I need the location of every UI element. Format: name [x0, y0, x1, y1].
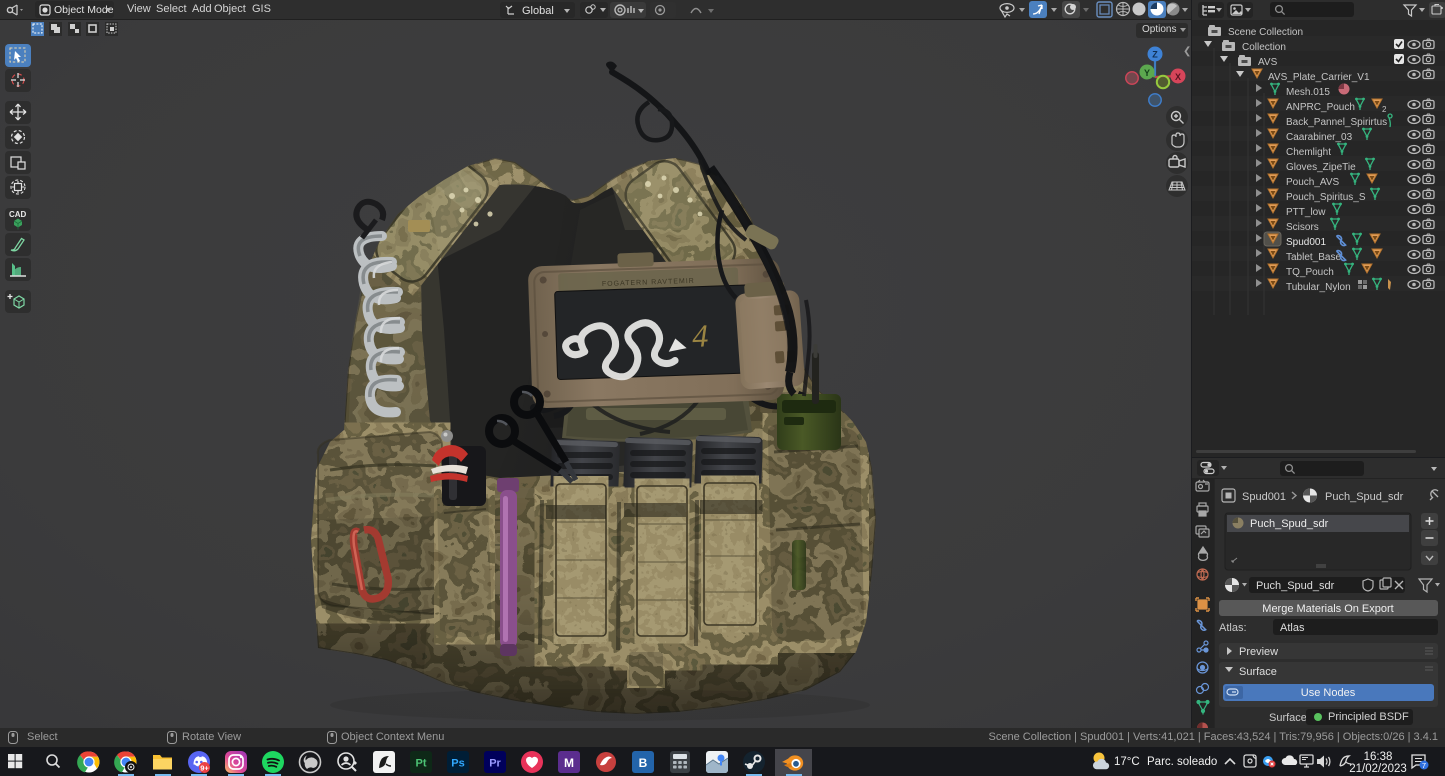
svg-text:M: M [564, 756, 574, 770]
svg-text:Pouch_AVS: Pouch_AVS [1286, 177, 1340, 188]
svg-text:9+: 9+ [200, 764, 209, 773]
svg-text:Tubular_Nylon: Tubular_Nylon [1286, 282, 1351, 293]
svg-text:16:38: 16:38 [1364, 751, 1393, 763]
svg-text:Mesh.015: Mesh.015 [1286, 87, 1330, 98]
svg-text:AVS_Plate_Carrier_V1: AVS_Plate_Carrier_V1 [1268, 72, 1370, 83]
svg-text:PTT_low: PTT_low [1286, 207, 1326, 218]
svg-text:AVS: AVS [1258, 57, 1278, 68]
svg-text:Pt: Pt [416, 758, 427, 770]
svg-text:17°C: 17°C [1114, 756, 1140, 768]
svg-text:X: X [1175, 72, 1181, 82]
svg-text:Merge Materials On Export: Merge Materials On Export [1262, 603, 1393, 615]
svg-text:Z: Z [1152, 50, 1158, 60]
svg-text:Use Nodes: Use Nodes [1301, 687, 1356, 699]
svg-text:7: 7 [1422, 761, 1426, 770]
svg-text:Puch_Spud_sdr: Puch_Spud_sdr [1250, 518, 1329, 530]
svg-text:Puch_Spud_sdr: Puch_Spud_sdr [1325, 491, 1404, 503]
svg-text:Caarabiner_03: Caarabiner_03 [1286, 132, 1353, 143]
svg-text:Preview: Preview [1239, 646, 1278, 658]
svg-text:Atlas:: Atlas: [1219, 622, 1247, 634]
svg-text:Chemlight: Chemlight [1286, 147, 1331, 158]
svg-text:Gloves_ZipeTie: Gloves_ZipeTie [1286, 162, 1356, 173]
svg-text:Global: Global [522, 5, 554, 17]
svg-text:B: B [639, 756, 648, 770]
svg-text:Back_Pannel_Spirirtus: Back_Pannel_Spirirtus [1286, 117, 1387, 128]
svg-text:Collection: Collection [1242, 42, 1286, 53]
svg-text:Atlas: Atlas [1280, 622, 1305, 634]
svg-text:CAD: CAD [9, 210, 27, 219]
svg-text:Surface: Surface [1239, 666, 1277, 678]
svg-text:21/02/2023: 21/02/2023 [1349, 763, 1407, 775]
svg-text:Spud001: Spud001 [1242, 491, 1286, 503]
svg-text:ANPRC_Pouch: ANPRC_Pouch [1286, 102, 1355, 113]
svg-text:4: 4 [692, 317, 709, 354]
svg-text:Scene Collection: Scene Collection [1228, 27, 1303, 38]
svg-text:Pouch_Spiritus_S: Pouch_Spiritus_S [1286, 192, 1366, 203]
svg-text:Spud001: Spud001 [1286, 237, 1326, 248]
svg-text:Scisors: Scisors [1286, 222, 1319, 233]
svg-text:2: 2 [1382, 105, 1387, 114]
svg-text:TQ_Pouch: TQ_Pouch [1286, 267, 1334, 278]
svg-text:Y: Y [1144, 68, 1150, 78]
svg-text:Pr: Pr [489, 758, 501, 770]
svg-text:Puch_Spud_sdr: Puch_Spud_sdr [1256, 580, 1335, 592]
svg-text:Ps: Ps [451, 758, 464, 770]
svg-text:Parc. soleado: Parc. soleado [1147, 756, 1217, 768]
svg-text:Tablet_Base: Tablet_Base [1286, 252, 1341, 263]
